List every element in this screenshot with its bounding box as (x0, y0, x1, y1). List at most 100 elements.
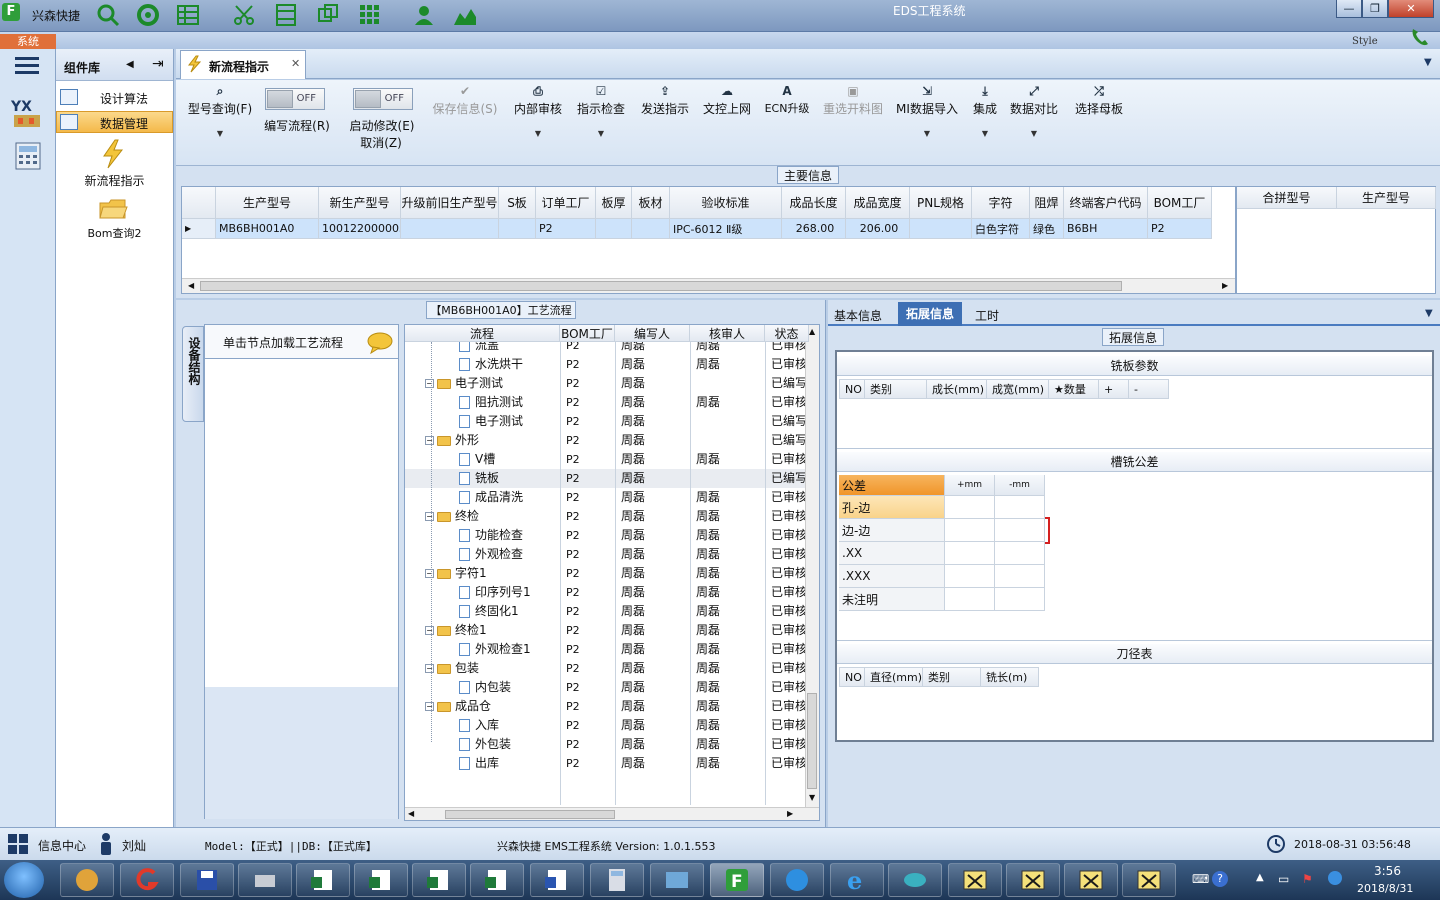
column-header[interactable]: BOM工厂 (560, 325, 615, 342)
horizontal-scrollbar[interactable]: ◀ ▶ (182, 278, 1235, 293)
column-header[interactable]: 类别 (923, 667, 981, 687)
tab-close-icon[interactable]: ✕ (291, 57, 300, 70)
users-icon[interactable] (412, 3, 436, 27)
restore-button[interactable]: ❐ (1362, 0, 1388, 18)
table-cell[interactable]: MB6BH001A0 (216, 219, 319, 239)
tolerance-plus-input[interactable] (945, 519, 995, 542)
taskbar-window-icon[interactable] (948, 863, 1002, 897)
system-menu-button[interactable]: 系统 (0, 34, 56, 49)
tree-node[interactable]: − 字符1 (405, 564, 560, 583)
tolerance-plus-input[interactable] (945, 542, 995, 565)
column-header[interactable]: 终端客户代码 (1064, 187, 1148, 219)
column-header[interactable]: 新生产型号 (319, 187, 401, 219)
tray-volume-icon[interactable] (1328, 871, 1342, 885)
tree-row[interactable]: 铣板 P2 周磊 已编写 (405, 469, 809, 488)
library-item-bom-query[interactable]: Bom查询2 (56, 197, 173, 241)
taskbar-window-icon[interactable] (1122, 863, 1176, 897)
column-header[interactable]: PNL规格 (910, 187, 972, 219)
tolerance-plus-input[interactable] (945, 565, 995, 588)
tree-row[interactable]: − 字符1 P2 周磊 周磊 已审核 (405, 564, 809, 583)
collapse-left-icon[interactable]: ◀ (126, 59, 134, 70)
windows-icon[interactable] (316, 3, 340, 27)
table-cell[interactable]: 白色字符 (972, 219, 1030, 239)
column-header[interactable]: 编写人 (615, 325, 690, 342)
integrate-button[interactable]: ⤓ 集成 ▼ (968, 82, 1002, 139)
start-modify-toggle[interactable]: OFF (353, 88, 413, 110)
tree-node[interactable]: − 成品仓 (405, 697, 560, 716)
tolerance-minus-input[interactable] (995, 588, 1045, 611)
taskbar-excel-icon[interactable] (412, 863, 466, 897)
row-selector[interactable]: ▶ (182, 219, 216, 239)
table-cell[interactable]: 绿色 (1030, 219, 1064, 239)
tree-row[interactable]: 阻抗测试 P2 周磊 周磊 已审核 (405, 393, 809, 412)
apps-icon[interactable] (358, 3, 382, 27)
tab-work-hours[interactable]: 工时 (975, 307, 999, 324)
search-icon[interactable] (96, 3, 120, 27)
tree-node[interactable]: 终固化1 (405, 602, 560, 621)
hamburger-menu-icon[interactable] (15, 57, 39, 75)
expand-toggle-icon[interactable]: − (425, 569, 434, 578)
column-header[interactable]: -mm (995, 475, 1045, 496)
expand-toggle-icon[interactable]: − (425, 664, 434, 673)
table-cell[interactable] (632, 219, 670, 239)
tree-row[interactable]: 终固化1 P2 周磊 周磊 已审核 (405, 602, 809, 621)
taskbar-excel-icon[interactable] (296, 863, 350, 897)
table-cell[interactable] (596, 219, 632, 239)
close-button[interactable]: ✕ (1388, 0, 1434, 18)
tree-node[interactable]: 铣板 (405, 469, 560, 488)
vertical-scrollbar[interactable]: ▲ ▼ (805, 325, 819, 807)
tree-row[interactable]: V槽 P2 周磊 周磊 已审核 (405, 450, 809, 469)
tree-node[interactable]: 阻抗测试 (405, 393, 560, 412)
taskbar-g-app-icon[interactable] (120, 863, 174, 897)
column-header[interactable]: S板 (499, 187, 536, 219)
tab-overflow-icon[interactable]: ▼ (1424, 57, 1432, 68)
tree-row[interactable]: 外包装 P2 周磊 周磊 已审核 (405, 735, 809, 754)
taskbar-word-icon[interactable] (530, 863, 584, 897)
tree-row[interactable]: 外观检查 P2 周磊 周磊 已审核 (405, 545, 809, 564)
tolerance-minus-input[interactable] (995, 496, 1045, 519)
tolerance-minus-input[interactable] (995, 565, 1045, 588)
cancel-label[interactable]: 取消(Z) (356, 134, 406, 151)
tray-expand-icon[interactable]: ▲ (1256, 872, 1264, 883)
column-header[interactable]: 验收标准 (670, 187, 782, 219)
tree-row[interactable]: 内包装 P2 周磊 周磊 已审核 (405, 678, 809, 697)
column-header[interactable]: 成品长度 (782, 187, 846, 219)
film-icon[interactable] (274, 3, 298, 27)
minimize-button[interactable]: — (1336, 0, 1362, 18)
tree-row[interactable]: − 电子测试 P2 周磊 已编写 (405, 374, 809, 393)
tree-node[interactable]: 外观检查1 (405, 640, 560, 659)
mi-import-button[interactable]: ⇲ MI数据导入 ▼ (892, 82, 962, 138)
column-header[interactable]: 类别 (865, 379, 927, 399)
model-query-button[interactable]: ⌕ 型号查询(F) ▼ (184, 82, 256, 139)
taskbar-media-icon[interactable] (888, 863, 942, 897)
table-cell[interactable] (910, 219, 972, 239)
side-tab-equipment-structure[interactable]: 设备结构 (182, 326, 204, 422)
tolerance-header[interactable]: 公差 (839, 475, 945, 496)
table-cell[interactable] (401, 219, 499, 239)
taskbar-eds-app-icon[interactable]: F (710, 863, 764, 897)
expand-toggle-icon[interactable]: − (425, 379, 434, 388)
column-header[interactable]: 阻焊 (1030, 187, 1064, 219)
table-cell[interactable]: 268.00 (782, 219, 846, 239)
calculator-module-icon[interactable] (14, 141, 42, 171)
taskbar-photo-viewer-icon[interactable] (650, 863, 704, 897)
column-header[interactable]: ★数量 (1049, 379, 1099, 399)
expand-toggle-icon[interactable]: − (425, 702, 434, 711)
tree-row[interactable]: 成品清洗 P2 周磊 周磊 已审核 (405, 488, 809, 507)
tree-row[interactable]: 功能检查 P2 周磊 周磊 已审核 (405, 526, 809, 545)
tolerance-minus-input[interactable] (995, 542, 1045, 565)
tree-row[interactable]: 印序列号1 P2 周磊 周磊 已审核 (405, 583, 809, 602)
send-instruction-button[interactable]: ⇪ 发送指示 (638, 82, 692, 117)
column-header[interactable]: 生产型号 (216, 187, 319, 219)
column-header[interactable]: + (1099, 379, 1129, 399)
column-header[interactable]: 铣长(m) (981, 667, 1039, 687)
column-header[interactable]: 订单工厂 (536, 187, 596, 219)
chart-icon[interactable] (452, 3, 476, 27)
pin-icon[interactable]: ⇥ (152, 56, 164, 72)
expand-toggle-icon[interactable]: − (425, 512, 434, 521)
library-item-design-algorithm[interactable]: 设计算法 (56, 87, 173, 109)
select-mother-button[interactable]: ⤮ 选择母板 (1072, 82, 1126, 117)
tree-row[interactable]: 出库 P2 周磊 周磊 已审核 (405, 754, 809, 773)
column-header[interactable]: - (1129, 379, 1169, 399)
column-header[interactable]: NO (839, 379, 865, 399)
